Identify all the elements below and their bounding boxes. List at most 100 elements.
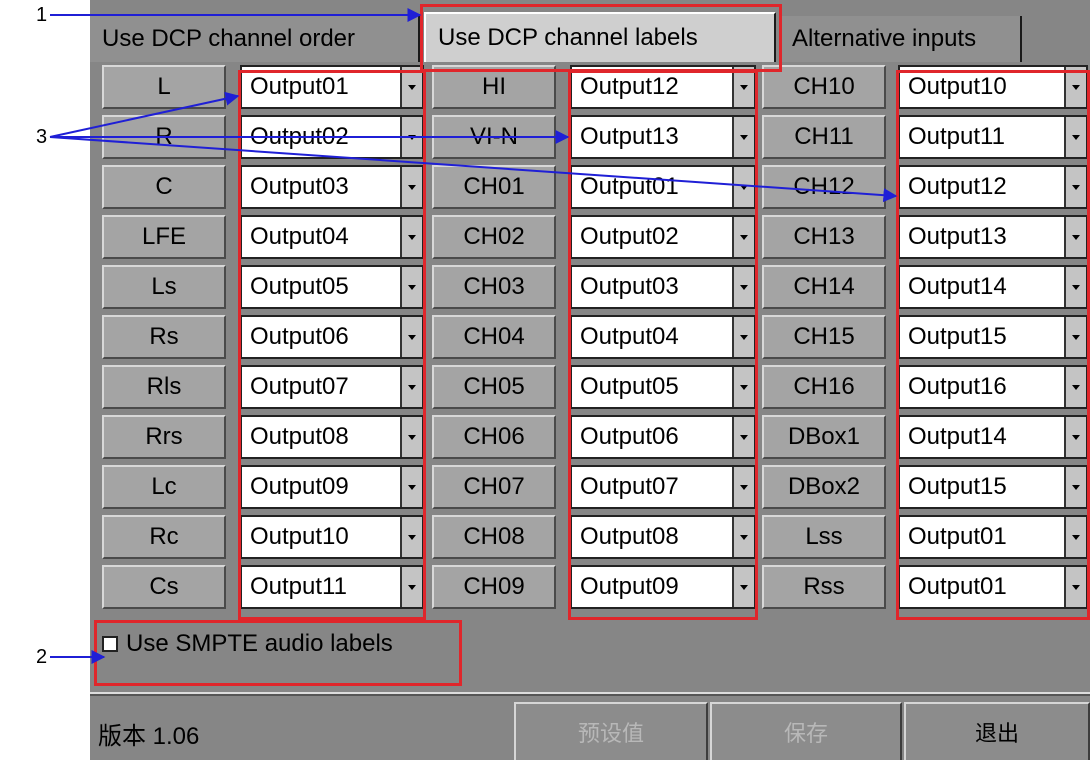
channel-mapping-panel: Use DCP channel order Use DCP channel la… <box>90 0 1090 760</box>
output-select-value: Output13 <box>580 123 679 150</box>
output-select[interactable]: Output15 <box>898 315 1088 359</box>
output-select[interactable]: Output10 <box>240 515 424 559</box>
dropdown-arrow-icon[interactable] <box>400 367 422 407</box>
dropdown-arrow-icon[interactable] <box>732 467 754 507</box>
output-select[interactable]: Output01 <box>898 565 1088 609</box>
output-select[interactable]: Output02 <box>570 215 756 259</box>
channel-label: Lss <box>762 515 886 559</box>
output-select[interactable]: Output14 <box>898 415 1088 459</box>
smpte-label: Use SMPTE audio labels <box>126 630 393 657</box>
dropdown-arrow-icon[interactable] <box>400 317 422 357</box>
output-select-value: Output07 <box>580 473 679 500</box>
output-select[interactable]: Output03 <box>570 265 756 309</box>
dropdown-arrow-icon[interactable] <box>1064 417 1086 457</box>
output-select[interactable]: Output02 <box>240 115 424 159</box>
dropdown-arrow-icon[interactable] <box>1064 267 1086 307</box>
dropdown-arrow-icon[interactable] <box>400 217 422 257</box>
output-select[interactable]: Output05 <box>570 365 756 409</box>
preset-button[interactable]: 预设值 <box>514 702 708 760</box>
callout-3: 3 <box>36 126 48 148</box>
output-select-value: Output09 <box>250 473 349 500</box>
output-select[interactable]: Output12 <box>898 165 1088 209</box>
output-select[interactable]: Output04 <box>570 315 756 359</box>
dropdown-arrow-icon[interactable] <box>1064 517 1086 557</box>
channel-label: CH07 <box>432 465 556 509</box>
dropdown-arrow-icon[interactable] <box>1064 117 1086 157</box>
dropdown-arrow-icon[interactable] <box>732 167 754 207</box>
output-select[interactable]: Output15 <box>898 465 1088 509</box>
dropdown-arrow-icon[interactable] <box>732 67 754 107</box>
channel-label: CH11 <box>762 115 886 159</box>
dropdown-arrow-icon[interactable] <box>732 217 754 257</box>
output-select-value: Output12 <box>580 73 679 100</box>
smpte-checkbox[interactable]: Use SMPTE audio labels <box>102 630 393 658</box>
save-button[interactable]: 保存 <box>710 702 902 760</box>
dropdown-arrow-icon[interactable] <box>400 467 422 507</box>
dropdown-arrow-icon[interactable] <box>400 117 422 157</box>
output-select[interactable]: Output11 <box>898 115 1088 159</box>
tab-dcp-channel-labels[interactable]: Use DCP channel labels <box>424 12 776 62</box>
channel-label: C <box>102 165 226 209</box>
output-select[interactable]: Output01 <box>240 65 424 109</box>
output-select[interactable]: Output12 <box>570 65 756 109</box>
output-select[interactable]: Output11 <box>240 565 424 609</box>
dropdown-arrow-icon[interactable] <box>732 417 754 457</box>
dropdown-arrow-icon[interactable] <box>1064 217 1086 257</box>
output-select[interactable]: Output05 <box>240 265 424 309</box>
dropdown-arrow-icon[interactable] <box>732 317 754 357</box>
dropdown-arrow-icon[interactable] <box>400 517 422 557</box>
output-select-value: Output06 <box>580 423 679 450</box>
dropdown-arrow-icon[interactable] <box>732 267 754 307</box>
output-select-value: Output08 <box>250 423 349 450</box>
dropdown-arrow-icon[interactable] <box>400 167 422 207</box>
output-select-value: Output02 <box>250 123 349 150</box>
output-select-value: Output11 <box>908 123 1005 150</box>
channel-label: CH04 <box>432 315 556 359</box>
output-select[interactable]: Output04 <box>240 215 424 259</box>
output-select-value: Output03 <box>250 173 349 200</box>
output-select[interactable]: Output07 <box>570 465 756 509</box>
output-select-value: Output02 <box>580 223 679 250</box>
output-select[interactable]: Output13 <box>898 215 1088 259</box>
dropdown-arrow-icon[interactable] <box>400 267 422 307</box>
dropdown-arrow-icon[interactable] <box>400 67 422 107</box>
channel-label: CH05 <box>432 365 556 409</box>
channel-label: CH02 <box>432 215 556 259</box>
dropdown-arrow-icon[interactable] <box>1064 167 1086 207</box>
dropdown-arrow-icon[interactable] <box>732 367 754 407</box>
dropdown-arrow-icon[interactable] <box>1064 317 1086 357</box>
version-label: 版本 1.06 <box>98 723 200 750</box>
output-select-value: Output12 <box>908 173 1007 200</box>
channel-label: CH06 <box>432 415 556 459</box>
dropdown-arrow-icon[interactable] <box>732 117 754 157</box>
dropdown-arrow-icon[interactable] <box>732 567 754 607</box>
channel-label: LFE <box>102 215 226 259</box>
output-select[interactable]: Output16 <box>898 365 1088 409</box>
tab-alternative-inputs[interactable]: Alternative inputs <box>780 16 1022 62</box>
output-select[interactable]: Output13 <box>570 115 756 159</box>
output-select[interactable]: Output03 <box>240 165 424 209</box>
output-select[interactable]: Output01 <box>570 165 756 209</box>
dropdown-arrow-icon[interactable] <box>1064 467 1086 507</box>
dropdown-arrow-icon[interactable] <box>732 517 754 557</box>
output-select[interactable]: Output14 <box>898 265 1088 309</box>
exit-button[interactable]: 退出 <box>904 702 1090 760</box>
output-select[interactable]: Output09 <box>570 565 756 609</box>
output-select-value: Output07 <box>250 373 349 400</box>
channel-label: CH12 <box>762 165 886 209</box>
output-select[interactable]: Output09 <box>240 465 424 509</box>
output-select[interactable]: Output07 <box>240 365 424 409</box>
output-select[interactable]: Output06 <box>570 415 756 459</box>
dropdown-arrow-icon[interactable] <box>400 417 422 457</box>
output-select[interactable]: Output06 <box>240 315 424 359</box>
dropdown-arrow-icon[interactable] <box>1064 67 1086 107</box>
dropdown-arrow-icon[interactable] <box>1064 367 1086 407</box>
output-select[interactable]: Output08 <box>240 415 424 459</box>
dropdown-arrow-icon[interactable] <box>1064 567 1086 607</box>
tab-dcp-channel-order[interactable]: Use DCP channel order <box>90 16 420 62</box>
checkbox-box[interactable] <box>102 636 118 652</box>
output-select[interactable]: Output10 <box>898 65 1088 109</box>
output-select[interactable]: Output01 <box>898 515 1088 559</box>
dropdown-arrow-icon[interactable] <box>400 567 422 607</box>
output-select[interactable]: Output08 <box>570 515 756 559</box>
